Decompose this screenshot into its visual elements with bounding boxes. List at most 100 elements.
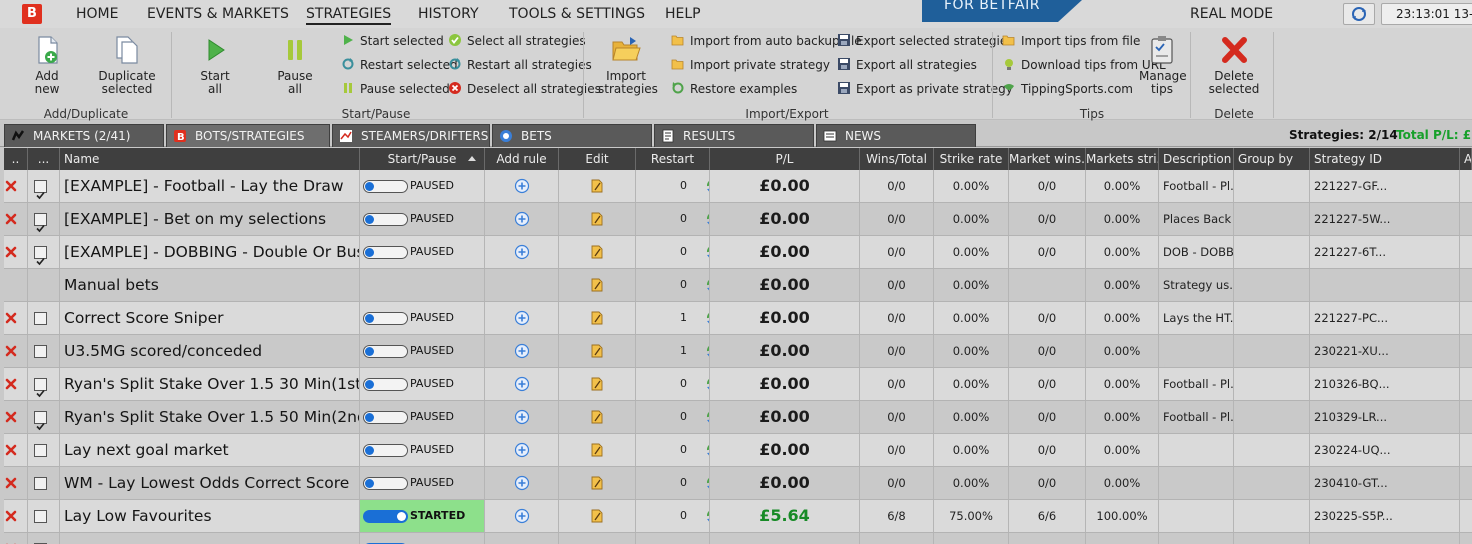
add-rule-icon[interactable] [514,244,530,260]
menu-events-markets[interactable]: EVENTS & MARKETS [147,6,289,22]
table-row[interactable]: Correct Score Sniper PAUSED 1 £0.00 0/0 0.00%… [4,302,1472,335]
start-selected-button[interactable]: Start selected [341,33,444,49]
table-row[interactable]: [EXAMPLE] - Football - Lay the Draw PAUSE… [4,170,1472,203]
col-header-pl[interactable]: P/L [710,148,860,170]
strategy-name[interactable]: Ryan's Split Stake Over 1.5 30 Min(1st .… [60,368,360,400]
import-auto-backup-button[interactable]: Import from auto backup file [671,33,862,49]
col-header-wins-total[interactable]: Wins/Total [860,148,934,170]
delete-row-icon[interactable] [5,213,17,225]
delete-cell[interactable] [4,368,28,400]
table-row[interactable]: [EXAMPLE] - Bet on my selections PAUSED 0 £… [4,203,1472,236]
col-header-extra[interactable]: A [1460,148,1472,170]
col-header-name[interactable]: Name [60,148,360,170]
tab-results[interactable]: RESULTS [654,124,814,147]
add-rule-icon[interactable] [514,310,530,326]
col-header-restart[interactable]: Restart [636,148,710,170]
import-tips-file-button[interactable]: Import tips from file [1002,33,1140,49]
strategy-name[interactable]: [EXAMPLE] - DOBBING - Double Or Bust [60,236,360,268]
start-pause-toggle[interactable] [363,345,408,358]
select-all-strategies-button[interactable]: Select all strategies [448,33,586,49]
start-pause-toggle[interactable] [363,180,408,193]
col-header-start-pause[interactable]: Start/Pause [360,148,485,170]
col-header-group-by[interactable]: Group by [1234,148,1310,170]
edit-icon[interactable] [590,442,604,458]
add-rule-icon[interactable] [514,409,530,425]
row-checkbox[interactable] [34,477,47,490]
add-rule-icon[interactable] [514,442,530,458]
strategy-name[interactable]: Lay Low Favourites [60,500,360,532]
col-header-dots[interactable]: .. [4,148,28,170]
start-pause-toggle[interactable] [363,411,408,424]
tab-bets[interactable]: BETS [492,124,652,147]
table-row[interactable]: WM - Lay Lowest Odds Correct Score PAUSED… [4,467,1472,500]
table-row[interactable]: Ryan's Split Stake Over 1.5 50 Min(2nd..… [4,401,1472,434]
menu-strategies[interactable]: STRATEGIES [306,6,392,25]
strategy-name[interactable]: Manual bets [60,269,360,301]
export-selected-button[interactable]: Export selected strategies [837,33,1013,49]
menu-home[interactable]: HOME [76,6,118,22]
add-rule-icon[interactable] [514,376,530,392]
edit-icon[interactable] [590,376,604,392]
delete-row-icon[interactable] [5,510,17,522]
col-header-strategy-id[interactable]: Strategy ID [1310,148,1460,170]
restore-examples-button[interactable]: Restore examples [671,81,797,97]
delete-cell[interactable] [4,500,28,532]
row-checkbox[interactable] [34,444,47,457]
add-rule-icon[interactable] [514,178,530,194]
table-row[interactable]: U3.5MG scored/conceded PAUSED 1 £0.00 0/0 0.0… [4,335,1472,368]
import-strategies-button[interactable]: Import strategies [598,34,658,96]
add-rule-icon[interactable] [514,508,530,524]
edit-icon[interactable] [590,211,604,227]
row-checkbox[interactable] [34,312,47,325]
table-row[interactable]: Ryan's Split Stake Over 1.5 30 Min(1st .… [4,368,1472,401]
export-all-button[interactable]: Export all strategies [837,57,977,73]
table-row[interactable]: Manual bets 0 £0.00 0/0 0.00% 0.00% Strategy u… [4,269,1472,302]
strategy-name[interactable]: [EXAMPLE] - Bet on my selections [60,203,360,235]
pause-selected-button[interactable]: Pause selected [341,81,450,97]
pause-all-button[interactable]: Pause all [270,34,320,96]
row-checkbox[interactable] [34,246,47,266]
delete-cell[interactable] [4,203,28,235]
table-row[interactable]: Lay next goal market PAUSED 0 £0.00 0/0 0.00%… [4,434,1472,467]
start-pause-toggle[interactable] [363,378,408,391]
start-pause-toggle[interactable] [363,477,408,490]
edit-icon[interactable] [590,310,604,326]
delete-cell[interactable] [4,170,28,202]
strategy-name[interactable]: Lay next goal market [60,434,360,466]
delete-cell[interactable] [4,236,28,268]
row-checkbox[interactable] [34,378,47,398]
delete-cell[interactable] [4,335,28,367]
col-header-select[interactable]: ... [28,148,60,170]
export-private-button[interactable]: Export as private strategy [837,81,1013,97]
strategy-name[interactable]: Correct Score Sniper [60,302,360,334]
restart-selected-button[interactable]: Restart selected [341,57,458,73]
table-row[interactable] [4,533,1472,544]
table-row[interactable]: [EXAMPLE] - DOBBING - Double Or Bust PAUS… [4,236,1472,269]
edit-icon[interactable] [590,343,604,359]
strategy-name[interactable]: [EXAMPLE] - Football - Lay the Draw [60,170,360,202]
delete-cell[interactable] [4,533,28,544]
strategy-name[interactable]: WM - Lay Lowest Odds Correct Score [60,467,360,499]
delete-row-icon[interactable] [5,180,17,192]
start-pause-toggle[interactable] [363,510,408,523]
edit-icon[interactable] [590,475,604,491]
manage-tips-button[interactable]: Manage tips [1139,34,1187,96]
delete-cell[interactable] [4,401,28,433]
delete-row-icon[interactable] [5,444,17,456]
delete-cell[interactable] [4,467,28,499]
add-rule-icon[interactable] [514,211,530,227]
delete-selected-button[interactable]: Delete selected [1206,34,1262,96]
start-pause-toggle[interactable] [363,213,408,226]
strategy-name[interactable]: U3.5MG scored/conceded [60,335,360,367]
col-header-description[interactable]: Description [1159,148,1234,170]
start-all-button[interactable]: Start all [192,34,238,96]
strategy-name[interactable] [60,533,360,544]
col-header-strike-rate[interactable]: Strike rate [934,148,1009,170]
start-pause-toggle[interactable] [363,312,408,325]
delete-row-icon[interactable] [5,378,17,390]
start-pause-toggle[interactable] [363,246,408,259]
menu-history[interactable]: HISTORY [418,6,479,22]
row-checkbox[interactable] [34,180,47,200]
row-checkbox[interactable] [34,213,47,233]
duplicate-selected-button[interactable]: Duplicate selected [96,34,158,96]
